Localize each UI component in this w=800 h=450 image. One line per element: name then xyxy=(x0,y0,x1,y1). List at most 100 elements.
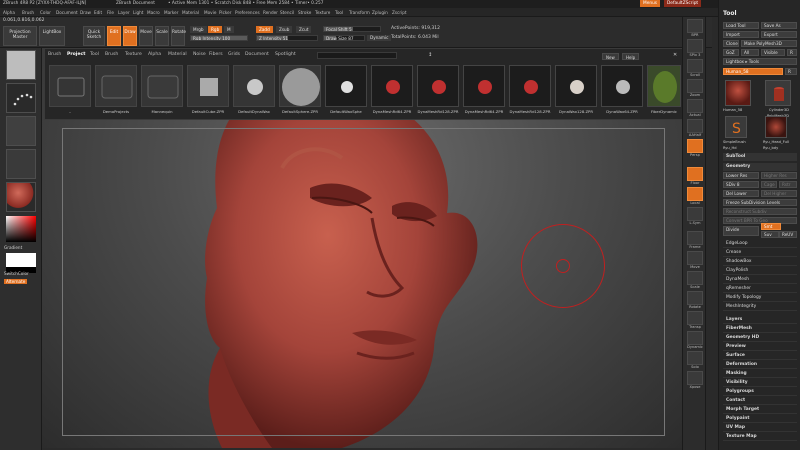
polygroups-section[interactable]: Polygroups xyxy=(723,388,797,396)
load-tool-button[interactable]: Load Tool xyxy=(723,22,759,29)
tab-alpha[interactable]: Alpha xyxy=(148,52,161,57)
sdiv-slider[interactable]: SDiv 8 xyxy=(723,181,759,188)
texture-thumbnail[interactable] xyxy=(6,149,36,179)
menu-zplugin[interactable]: Zplugin xyxy=(372,10,388,15)
fibermesh-section[interactable]: FiberMesh xyxy=(723,325,797,333)
project-thumb-dynawax-64[interactable] xyxy=(601,65,643,107)
rotate-button[interactable]: Rotate xyxy=(171,26,186,46)
go-icon[interactable]: ↕ xyxy=(428,52,432,58)
project-thumb-default-waxsphere[interactable] xyxy=(325,65,367,107)
focal-shift-slider[interactable]: Focal Shift 5 xyxy=(323,26,381,32)
folder-thumb-demoprojects[interactable] xyxy=(95,65,137,107)
make-polymesh-button[interactable]: Make PolyMesh3D xyxy=(741,40,797,47)
scale-view-button[interactable] xyxy=(687,271,703,285)
menu-alpha[interactable]: Alpha xyxy=(3,10,15,15)
folder-thumb-mannequin[interactable] xyxy=(141,65,183,107)
menu-texture[interactable]: Texture xyxy=(315,10,330,15)
lower-res-button[interactable]: Lower Res xyxy=(723,172,759,179)
project-thumb-default-cube[interactable] xyxy=(187,65,229,107)
alternate-button[interactable]: Alternate xyxy=(4,279,28,284)
reconstruct-subdiv-button[interactable]: Reconstruct Subdiv xyxy=(723,208,797,215)
menu-picker[interactable]: Picker xyxy=(219,10,231,15)
menu-layer[interactable]: Layer xyxy=(118,10,130,15)
import-button[interactable]: Import xyxy=(723,31,759,38)
goz-button[interactable]: GoZ xyxy=(723,49,739,56)
geometry-section[interactable]: Geometry xyxy=(723,163,797,171)
contact-section[interactable]: Contact xyxy=(723,397,797,405)
z-intensity-slider[interactable]: Z Intensity 51 xyxy=(256,35,318,41)
xpose-button[interactable] xyxy=(687,371,703,385)
floor-button[interactable] xyxy=(687,167,703,181)
lightbox-tools-button[interactable]: Lightbox ▸ Tools xyxy=(723,58,797,65)
brush-thumbnail[interactable] xyxy=(6,50,36,80)
project-thumb-dynamesh-64a[interactable] xyxy=(371,65,413,107)
convert-bpr-button[interactable]: Convert BPR To Geo xyxy=(723,217,797,224)
modify-topology-subpalette[interactable]: Modify Topology xyxy=(723,294,797,302)
dynamesh-subpalette[interactable]: DynaMesh xyxy=(723,276,797,284)
texture-map-section[interactable]: Texture Map xyxy=(723,433,797,441)
lightbox-button[interactable]: LightBox xyxy=(39,26,65,46)
stroke-thumbnail[interactable] xyxy=(6,83,36,113)
edgeloop-subpalette[interactable]: EdgeLoop xyxy=(723,240,797,248)
project-thumb-dynamesh-128b[interactable] xyxy=(509,65,551,107)
zsub-toggle[interactable]: Zsub xyxy=(276,26,293,33)
alpha-thumbnail[interactable] xyxy=(6,116,36,146)
menu-marker[interactable]: Marker xyxy=(164,10,178,15)
frame-button[interactable] xyxy=(687,231,703,245)
rstr-button[interactable]: Rstr xyxy=(779,181,797,188)
menu-stroke[interactable]: Stroke xyxy=(298,10,311,15)
smt-toggle[interactable]: Smt xyxy=(761,223,781,230)
menu-brush[interactable]: Brush xyxy=(22,10,34,15)
menu-zscript[interactable]: Zscript xyxy=(392,10,407,15)
help-button[interactable]: Help xyxy=(622,53,640,60)
polymesh-tool-thumb[interactable] xyxy=(765,96,789,110)
rotate-view-button[interactable] xyxy=(687,291,703,305)
project-thumb-dynamesh-64b[interactable] xyxy=(463,65,505,107)
actual-button[interactable] xyxy=(687,99,703,113)
menu-color[interactable]: Color xyxy=(40,10,51,15)
subtool-section[interactable]: SubTool xyxy=(723,153,797,161)
r-button[interactable]: R xyxy=(787,49,797,56)
menus-button[interactable]: Menus xyxy=(640,0,661,7)
solo-button[interactable] xyxy=(687,351,703,365)
switch-color-label[interactable]: SwitchColor xyxy=(4,271,29,276)
menu-draw[interactable]: Draw xyxy=(80,10,91,15)
main-color-swatch[interactable] xyxy=(6,253,36,267)
color-picker[interactable] xyxy=(6,216,36,242)
menu-preferences[interactable]: Preferences xyxy=(235,10,260,15)
zoom-button[interactable] xyxy=(687,79,703,93)
menu-light[interactable]: Light xyxy=(133,10,143,15)
move-button[interactable]: Move xyxy=(139,26,153,46)
menu-tool[interactable]: Tool xyxy=(335,10,343,15)
tab-spotlight[interactable]: Spotlight xyxy=(275,52,296,57)
lightbox-search-input[interactable] xyxy=(317,52,397,59)
menu-render[interactable]: Render xyxy=(263,10,278,15)
scale-button[interactable]: Scale xyxy=(155,26,169,46)
ryu-head-tool-thumb[interactable] xyxy=(765,116,787,138)
visible-button[interactable]: Visible xyxy=(761,49,785,56)
menu-edit[interactable]: Edit xyxy=(94,10,102,15)
geometry-hd-section[interactable]: Geometry HD xyxy=(723,334,797,342)
all-button[interactable]: All xyxy=(741,49,759,56)
r-button-2[interactable]: R xyxy=(785,68,797,75)
save-as-button[interactable]: Save As xyxy=(761,22,797,29)
human-head-tool-thumb[interactable] xyxy=(725,80,751,106)
polypaint-section[interactable]: Polypaint xyxy=(723,415,797,423)
folder-thumb-parent[interactable] xyxy=(49,65,91,107)
rgb-toggle[interactable]: Rgb xyxy=(208,26,223,33)
menu-stencil[interactable]: Stencil xyxy=(280,10,294,15)
del-higher-button[interactable]: Del Higher xyxy=(761,190,797,197)
default-zscript-button[interactable]: DefaultZScript xyxy=(664,0,702,7)
zremesher-subpalette[interactable]: qRemesher xyxy=(723,285,797,293)
uv-map-section[interactable]: UV Map xyxy=(723,424,797,432)
scroll-button[interactable] xyxy=(687,59,703,73)
crease-subpalette[interactable]: Crease xyxy=(723,249,797,257)
new-button[interactable]: New xyxy=(602,53,619,60)
higher-res-button[interactable]: Higher Res xyxy=(761,172,797,179)
menu-file[interactable]: File xyxy=(107,10,114,15)
menu-document[interactable]: Document xyxy=(56,10,78,15)
draw-size-slider[interactable]: Draw Size 87 xyxy=(323,35,365,41)
zadd-toggle[interactable]: Zadd xyxy=(256,26,273,33)
rgb-intensity-slider[interactable]: Rgb Intensity 100 xyxy=(190,35,248,41)
meshintegrity-subpalette[interactable]: MeshIntegrity xyxy=(723,303,797,311)
